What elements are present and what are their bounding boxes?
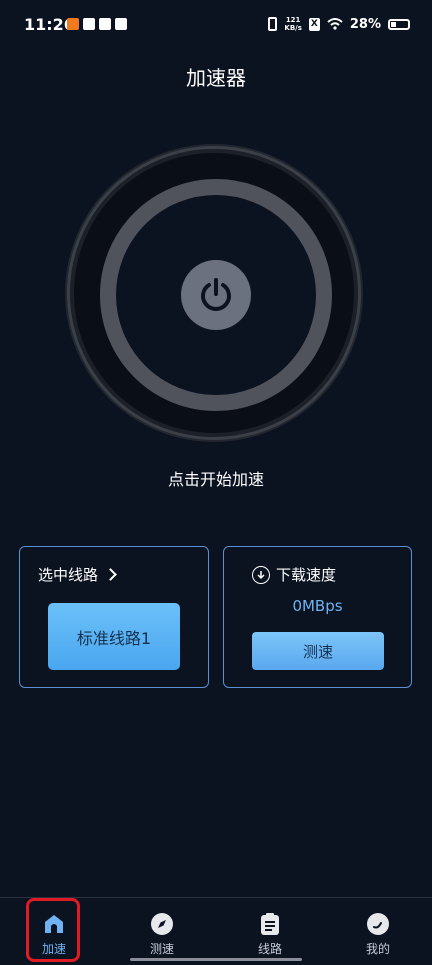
home-indicator xyxy=(130,958,302,961)
app-notification-icon xyxy=(67,18,79,30)
start-hint: 点击开始加速 xyxy=(167,470,264,489)
play-notification-icon xyxy=(99,18,111,30)
home-icon xyxy=(42,912,66,936)
app-notification-icon xyxy=(83,18,95,30)
download-speed-card: 下载速度 0MBps 测速 xyxy=(223,546,412,688)
sim-icon: X xyxy=(308,17,320,31)
route-card: 选中线路 标准线路1 xyxy=(19,546,209,688)
bottom-nav: 加速 测速 线路 我的 xyxy=(0,897,432,965)
message-notification-icon xyxy=(115,18,127,30)
power-button[interactable] xyxy=(181,260,251,330)
status-bar: 11:26 121 KB/s X 28% xyxy=(0,0,432,52)
chevron-right-icon xyxy=(104,568,117,581)
clipboard-icon xyxy=(258,912,282,936)
nav-item-speedtest[interactable]: 测速 xyxy=(108,898,216,965)
compass-icon xyxy=(150,912,174,936)
nav-label: 我的 xyxy=(365,942,390,956)
network-speed-unit: KB/s xyxy=(284,24,302,32)
profile-icon xyxy=(366,912,390,936)
nav-label: 测速 xyxy=(149,942,174,956)
nav-item-accelerate[interactable]: 加速 xyxy=(0,898,108,965)
network-speed-value: 121 xyxy=(285,16,301,24)
page-title: 加速器 xyxy=(186,66,246,90)
battery-percent: 28% xyxy=(349,16,381,32)
network-speed: 121 KB/s xyxy=(284,16,301,32)
wifi-icon xyxy=(327,18,343,30)
speed-test-button[interactable]: 测速 xyxy=(252,632,384,670)
route-selector[interactable]: 选中线路 xyxy=(38,564,117,585)
nav-item-routes[interactable]: 线路 xyxy=(216,898,324,965)
speed-card-title: 下载速度 xyxy=(276,566,337,584)
nav-label: 加速 xyxy=(41,942,66,956)
battery-icon xyxy=(388,18,410,30)
route-card-title: 选中线路 xyxy=(38,566,99,584)
nav-label: 线路 xyxy=(257,942,282,956)
power-icon xyxy=(201,278,231,311)
speed-card-header: 下载速度 xyxy=(252,564,336,585)
download-speed-value: 0MBps xyxy=(292,597,343,615)
selected-route-button[interactable]: 标准线路1 xyxy=(48,603,180,670)
notification-icons xyxy=(67,18,127,30)
nav-item-profile[interactable]: 我的 xyxy=(324,898,432,965)
vibrate-icon xyxy=(268,17,278,31)
download-icon xyxy=(252,565,270,584)
status-right: 121 KB/s X 28% xyxy=(268,16,410,32)
